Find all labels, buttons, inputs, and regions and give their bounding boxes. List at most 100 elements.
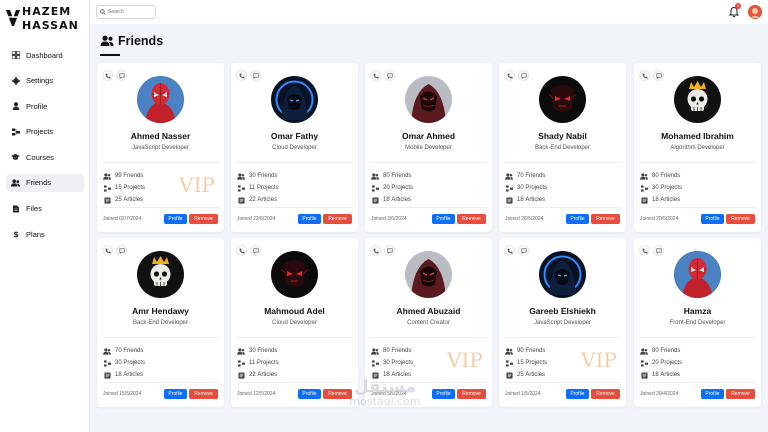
joined-date: Joined 15/5/2024: [103, 391, 141, 397]
friend-avatar[interactable]: [271, 76, 318, 123]
message-icon[interactable]: [384, 245, 395, 256]
remove-button[interactable]: Remove: [189, 214, 218, 224]
stat-friends: 80 Friends: [371, 345, 413, 357]
gear-icon: [11, 76, 20, 85]
stat-articles-label: Articles: [123, 372, 144, 378]
message-icon[interactable]: [653, 245, 664, 256]
search-box[interactable]: [96, 5, 156, 19]
sidebar-item-label: Profile: [26, 101, 48, 111]
joined-date: Joined 28/5/2024: [505, 216, 543, 222]
phone-icon[interactable]: [639, 70, 650, 81]
friend-name: Shady Nabil: [538, 131, 587, 141]
phone-icon[interactable]: [236, 245, 247, 256]
card-divider: [102, 337, 219, 338]
friend-stats: 80 Friends 30 Projects 18 Articles: [371, 345, 413, 381]
sidebar-item-profile[interactable]: Profile: [6, 97, 84, 115]
remove-button[interactable]: Remove: [591, 389, 620, 399]
profile-button[interactable]: Profile: [298, 389, 321, 399]
projects-icon: [371, 184, 379, 192]
friend-avatar[interactable]: [405, 76, 452, 123]
friend-stats: 90 Friends 15 Projects 25 Articles: [505, 345, 547, 381]
remove-button[interactable]: Remove: [457, 214, 486, 224]
profile-button[interactable]: Profile: [164, 214, 187, 224]
brand-logo[interactable]: HAZEM HASSAN: [5, 4, 87, 34]
sidebar-item-projects[interactable]: Projects: [6, 123, 84, 141]
stat-articles-count: 25: [517, 372, 524, 378]
stat-articles-label: Articles: [660, 372, 681, 378]
sidebar-item-settings[interactable]: Settings: [6, 72, 84, 90]
profile-button[interactable]: Profile: [701, 214, 724, 224]
message-icon[interactable]: [653, 70, 664, 81]
friend-stats: 99 Friends 15 Projects 25 Articles: [103, 170, 145, 206]
message-icon[interactable]: [384, 70, 395, 81]
friend-card: Ahmed Nasser JavaScript Developer 99 Frien…: [97, 63, 224, 232]
stat-articles: 18 Articles: [371, 194, 413, 206]
phone-icon[interactable]: [236, 70, 247, 81]
message-icon[interactable]: [518, 245, 529, 256]
sidebar-item-label: Plans: [26, 229, 45, 239]
title-underline: [100, 54, 120, 56]
sidebar-item-courses[interactable]: Courses: [6, 148, 84, 166]
friend-avatar[interactable]: [539, 251, 586, 298]
page-title-text: Friends: [118, 34, 164, 48]
message-icon[interactable]: [116, 245, 127, 256]
dashboard-icon: [11, 51, 20, 60]
friend-avatar[interactable]: [674, 251, 721, 298]
phone-icon[interactable]: [102, 245, 113, 256]
profile-button[interactable]: Profile: [432, 389, 455, 399]
profile-button[interactable]: Profile: [298, 214, 321, 224]
joined-label: Joined: [640, 216, 655, 222]
stat-friends: 70 Friends: [505, 170, 547, 182]
sidebar-item-files[interactable]: Files: [6, 200, 84, 218]
sidebar-item-plans[interactable]: $ Plans: [6, 225, 84, 243]
search-input[interactable]: [108, 7, 154, 17]
remove-button[interactable]: Remove: [189, 389, 218, 399]
stat-friends: 70 Friends: [103, 345, 145, 357]
friend-avatar[interactable]: [271, 251, 318, 298]
friend-avatar[interactable]: [405, 251, 452, 298]
message-icon[interactable]: [250, 70, 261, 81]
stat-friends-count: 80: [383, 173, 390, 179]
friend-avatar[interactable]: [539, 76, 586, 123]
profile-button[interactable]: Profile: [164, 389, 187, 399]
phone-icon[interactable]: [102, 70, 113, 81]
remove-button[interactable]: Remove: [457, 389, 486, 399]
friend-avatar[interactable]: [137, 251, 184, 298]
sidebar-item-dashboard[interactable]: Dashboard: [6, 46, 84, 64]
phone-icon[interactable]: [504, 70, 515, 81]
remove-button[interactable]: Remove: [591, 214, 620, 224]
profile-button[interactable]: Profile: [566, 214, 589, 224]
phone-icon[interactable]: [639, 245, 650, 256]
card-divider: [236, 207, 353, 208]
phone-icon[interactable]: [504, 245, 515, 256]
friends-icon: [237, 172, 245, 180]
remove-button[interactable]: Remove: [726, 214, 755, 224]
users-icon: [11, 178, 20, 187]
remove-button[interactable]: Remove: [323, 214, 352, 224]
sidebar-item-friends[interactable]: Friends: [6, 173, 84, 192]
friend-avatar[interactable]: [137, 76, 184, 123]
phone-icon[interactable]: [370, 70, 381, 81]
graduation-cap-icon: [11, 153, 20, 162]
profile-button[interactable]: Profile: [566, 389, 589, 399]
card-divider: [236, 162, 353, 163]
joined-value: 1/5/2024: [521, 391, 541, 397]
message-icon[interactable]: [518, 70, 529, 81]
stat-friends: 30 Friends: [237, 170, 279, 182]
phone-icon[interactable]: [370, 245, 381, 256]
joined-value: 12/5/2024: [253, 391, 276, 397]
profile-button[interactable]: Profile: [701, 389, 724, 399]
articles-icon: [371, 196, 379, 204]
friend-card: Shady Nabil Back-End Developer 70 Friends 3…: [499, 63, 626, 232]
user-avatar[interactable]: [748, 5, 762, 19]
message-icon[interactable]: [116, 70, 127, 81]
stat-articles-count: 18: [652, 197, 659, 203]
profile-button[interactable]: Profile: [432, 214, 455, 224]
remove-button[interactable]: Remove: [726, 389, 755, 399]
projects-icon: [103, 359, 111, 367]
stat-projects-label: Projects: [256, 360, 279, 366]
card-contact-actions: [102, 245, 127, 256]
friend-avatar[interactable]: [674, 76, 721, 123]
message-icon[interactable]: [250, 245, 261, 256]
stat-projects: 30 Projects: [505, 182, 547, 194]
